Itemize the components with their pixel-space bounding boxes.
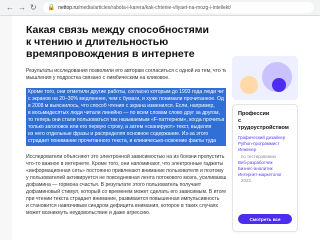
article: Какая связь между способностями к чтению… (26, 24, 226, 217)
paragraph-body: Исследователи объясняют это электронной … (26, 154, 226, 217)
title-line: к чтению и длительностью (26, 36, 169, 48)
text-line: дофаминовый стимул, который со временем … (26, 189, 226, 195)
text-line: в 2008 м выяснилось, что способ чтения с… (28, 103, 215, 109)
reload-icon[interactable]: ↻ (30, 3, 37, 12)
promo-card[interactable]: Профессии с трудоустройством Графический… (232, 104, 298, 232)
decor-circle (272, 78, 286, 92)
see-all-button[interactable]: Смотреть все (238, 214, 292, 224)
url-path: /media/articles/rabota-i-karera/kak-chte… (77, 4, 232, 11)
forward-icon[interactable]: → (18, 3, 26, 12)
text-line: в восьмидесятых люди читали линейно — по… (28, 110, 220, 116)
paragraph-selected[interactable]: Кроме того, они отметили другие работы, … (26, 88, 226, 146)
text-line: Результаты исследования позволили его ав… (26, 68, 226, 74)
ad-illustration[interactable] (232, 56, 298, 100)
browser-nav: ← → ↻ (6, 3, 37, 12)
text-line: Исследователи объясняют это электронной … (26, 154, 225, 160)
text-line: Кроме того, они отметили другие работы, … (28, 89, 224, 95)
title-line: Какая связь между способностями (26, 24, 209, 36)
text-line: то теперь они стали пользоваться так наз… (28, 117, 224, 123)
text-line: мышления у подростка связано с лимбическ… (26, 75, 170, 81)
back-icon[interactable]: ← (6, 3, 14, 12)
promo-title-line: с трудоустройством (238, 118, 289, 131)
profession-item-sub: 2023 (241, 178, 251, 184)
profession-list: Графический дизайнер Python-программист … (238, 135, 292, 185)
address-bar[interactable]: 🔒 nettop.ru /media/articles/rabota-i-kar… (42, 2, 314, 13)
text-line: страдает понимание прочитанного текста, … (28, 138, 216, 144)
text-line: «информационная сеть» постоянно привлека… (26, 168, 224, 174)
text-line: с экранов на 20–30% медленнее, чем с бум… (28, 96, 224, 102)
decor-circle (240, 76, 258, 94)
text-line: дофамина — гормона счастья. В результате… (26, 182, 202, 188)
lock-icon: 🔒 (47, 5, 56, 11)
url-host: nettop.ru (58, 4, 78, 11)
text-line: может возникнуть неудовольствие и даже а… (26, 210, 151, 216)
title-line: времяпровождения в интернете (26, 48, 195, 60)
text-line: при чтении текста страдает внимание, раз… (26, 196, 220, 202)
text-line: только заголовок или его первую строку, … (28, 124, 212, 130)
text-line: что-то важное в интернете. Кроме того, о… (26, 161, 224, 167)
article-title: Какая связь между способностями к чтению… (26, 24, 226, 60)
promo-title: Профессии с трудоустройством (238, 111, 292, 132)
promo-title-line: Профессии (238, 111, 270, 117)
page-edge (0, 16, 12, 240)
browser-toolbar: ← → ↻ 🔒 nettop.ru /media/articles/rabota… (0, 0, 320, 16)
text-line: из него отдельные фразы и распределяя ос… (28, 131, 209, 137)
text-line: у пользователей активируется не повседне… (26, 175, 226, 181)
paragraph-intro: Результаты исследования позволили его ав… (26, 68, 226, 82)
text-line: и становится навязчивым синдром дефицита… (26, 203, 219, 209)
